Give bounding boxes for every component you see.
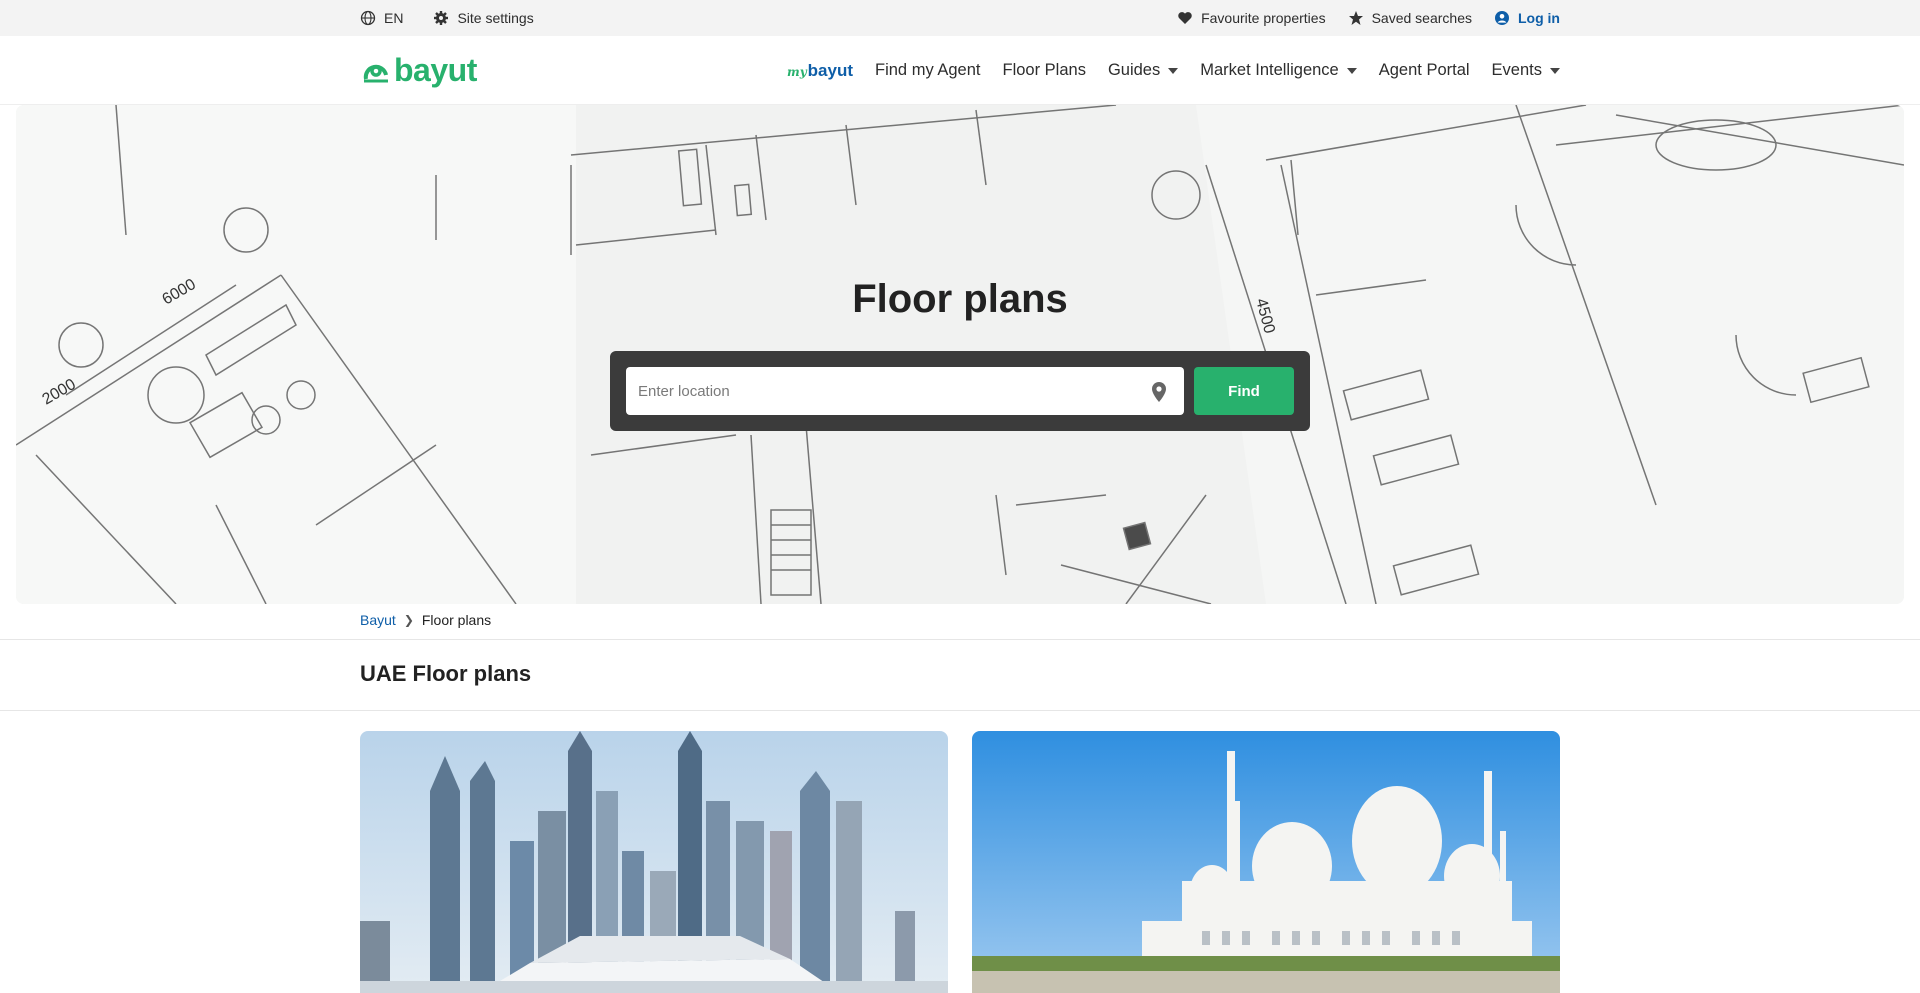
login-button[interactable]: Log in bbox=[1494, 10, 1560, 26]
location-search-input[interactable] bbox=[626, 367, 1184, 415]
nav-market-intelligence[interactable]: Market Intelligence bbox=[1200, 61, 1357, 80]
nav-events[interactable]: Events bbox=[1492, 61, 1560, 80]
favourite-properties-link[interactable]: Favourite properties bbox=[1177, 10, 1326, 26]
main-navigation: bayut my bayut Find my Agent Floor Plans… bbox=[0, 36, 1920, 105]
logo-mark-icon bbox=[363, 64, 388, 82]
nav-guides[interactable]: Guides bbox=[1107, 61, 1179, 80]
location-search-panel: Find bbox=[610, 351, 1310, 431]
logo-wordmark: bayut bbox=[394, 52, 477, 88]
mybayut-prefix: my bbox=[787, 64, 807, 79]
nav-label: Agent Portal bbox=[1378, 61, 1470, 79]
breadcrumb-current: Floor plans bbox=[421, 612, 492, 628]
section-title: UAE Floor plans bbox=[360, 661, 532, 686]
chevron-down-icon bbox=[1550, 67, 1560, 74]
chevron-down-icon bbox=[1168, 67, 1179, 74]
saved-searches-link[interactable]: Saved searches bbox=[1348, 10, 1472, 26]
site-settings-button[interactable]: Site settings bbox=[433, 10, 534, 26]
mybayut-link[interactable]: my bayut bbox=[787, 61, 853, 81]
breadcrumb: Bayut ❯ Floor plans bbox=[360, 612, 491, 628]
nav-floor-plans[interactable]: Floor Plans bbox=[1003, 61, 1086, 80]
language-label: EN bbox=[384, 10, 404, 26]
mybayut-word: bayut bbox=[807, 60, 854, 80]
nav-agent-portal[interactable]: Agent Portal bbox=[1379, 61, 1470, 80]
bayut-logo[interactable]: bayut bbox=[362, 52, 477, 89]
favourite-properties-label: Favourite properties bbox=[1201, 10, 1326, 26]
abu-dhabi-mosque-image bbox=[972, 731, 1560, 993]
user-icon bbox=[1495, 11, 1509, 25]
nav-label: Events bbox=[1491, 61, 1542, 79]
hero-banner: 6000 2000 4500 Floor plans Find bbox=[16, 105, 1904, 604]
nav-label: Find my Agent bbox=[875, 61, 981, 79]
globe-icon bbox=[360, 10, 376, 26]
utility-bar: EN Site settings Favourite properties Sa… bbox=[0, 0, 1920, 36]
login-label: Log in bbox=[1518, 10, 1560, 26]
dubai-floor-plans-card[interactable] bbox=[360, 731, 948, 993]
saved-searches-label: Saved searches bbox=[1371, 10, 1472, 26]
breadcrumb-home-link[interactable]: Bayut bbox=[360, 612, 396, 628]
nav-find-my-agent[interactable]: Find my Agent bbox=[875, 61, 980, 80]
gear-icon bbox=[434, 11, 449, 25]
divider bbox=[0, 639, 1920, 640]
nav-label: Guides bbox=[1107, 61, 1161, 79]
star-icon bbox=[1348, 11, 1363, 25]
hero-title: Floor plans bbox=[852, 277, 1068, 321]
nav-label: Market Intelligence bbox=[1200, 61, 1339, 79]
heart-icon bbox=[1178, 12, 1192, 24]
site-settings-label: Site settings bbox=[457, 10, 534, 26]
chevron-down-icon bbox=[1346, 67, 1357, 74]
chevron-right-icon: ❯ bbox=[403, 613, 414, 627]
find-button[interactable]: Find bbox=[1194, 367, 1294, 415]
language-selector[interactable]: EN bbox=[360, 10, 403, 26]
abu-dhabi-floor-plans-card[interactable] bbox=[972, 731, 1560, 993]
nav-label: Floor Plans bbox=[1002, 61, 1086, 79]
location-pin-icon bbox=[1152, 382, 1166, 402]
dubai-skyline-image bbox=[360, 731, 948, 993]
divider bbox=[0, 710, 1920, 711]
